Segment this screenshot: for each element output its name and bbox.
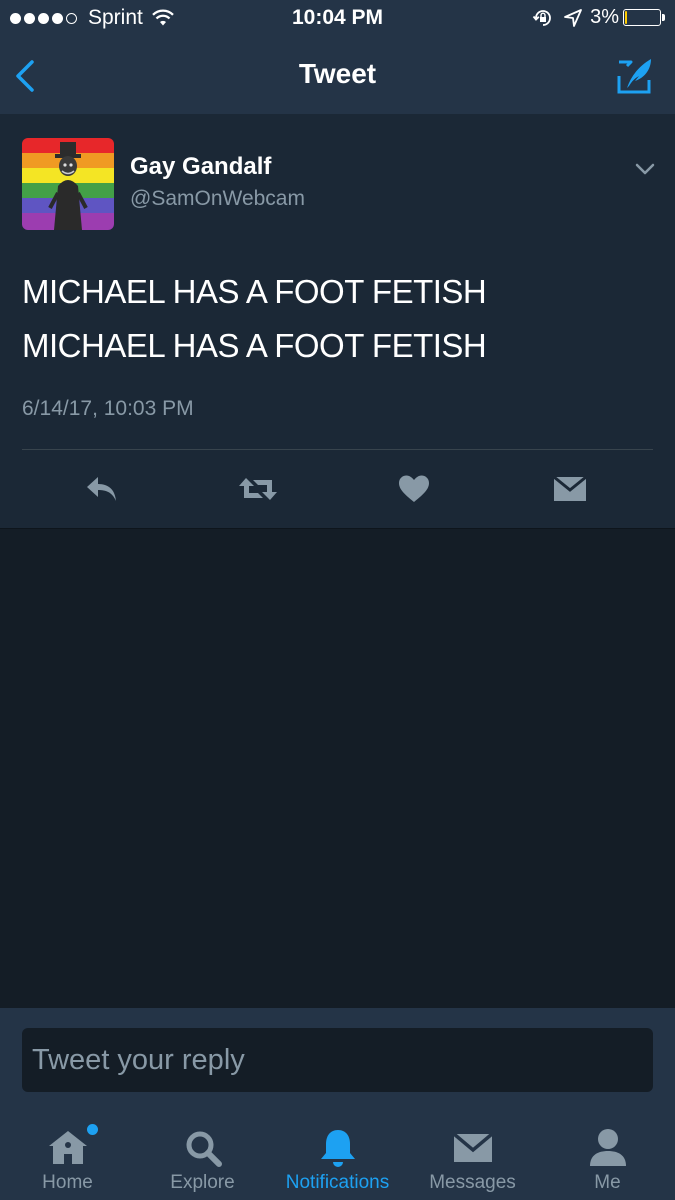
tab-home[interactable]: Home [0,1116,135,1200]
wifi-icon [152,9,174,26]
tab-label: Explore [170,1172,235,1193]
reply-input[interactable] [22,1028,653,1092]
compose-quill-icon [617,59,651,94]
chevron-down-icon [635,163,655,175]
like-button[interactable] [392,467,436,511]
carrier-name: Sprint [88,6,143,29]
retweet-icon [239,478,277,500]
reply-icon [87,477,116,501]
page-title: Tweet [298,58,377,89]
battery-level-fill [625,11,627,24]
battery-icon [623,9,661,26]
divider [22,449,653,450]
author-handle[interactable]: @SamOnWebcam [130,187,305,211]
tab-label: Me [594,1172,621,1193]
reply-button[interactable] [80,467,124,511]
navigation-bar: Tweet [0,38,675,115]
retweet-button[interactable] [236,467,280,511]
tab-label: Home [42,1172,93,1193]
tweet-text-line: MICHAEL HAS A FOOT FETISH [22,273,487,310]
location-arrow-icon [564,8,582,27]
tab-messages[interactable]: Messages [405,1116,540,1200]
tab-bar: Home Explore Notifications Messages Me [0,1116,675,1200]
tweet-text: MICHAEL HAS A FOOT FETISH MICHAEL HAS A … [22,265,652,373]
search-icon [181,1126,225,1170]
tweet-timestamp: 6/14/17, 10:03 PM [22,397,194,420]
person-icon [586,1126,630,1170]
tweet-text-line: MICHAEL HAS A FOOT FETISH [22,327,487,364]
chevron-left-icon [16,60,34,92]
tab-explore[interactable]: Explore [135,1116,270,1200]
reply-bar [0,1008,675,1116]
status-right: 3% [532,6,665,29]
tab-notifications[interactable]: Notifications [270,1116,405,1200]
status-left: Sprint [10,6,175,30]
tab-label: Messages [429,1172,516,1193]
home-badge-dot [87,1124,98,1135]
battery-percent: 3% [590,6,619,28]
tab-me[interactable]: Me [540,1116,675,1200]
avatar-image [22,138,114,230]
direct-message-button[interactable] [548,467,592,511]
status-bar: Sprint 10:04 PM 3% [0,0,675,38]
signal-strength-icon [10,12,80,24]
direct-message-icon [553,475,587,501]
avatar[interactable] [22,138,114,230]
tweet-options-button[interactable] [633,157,657,181]
tab-label: Notifications [285,1172,390,1193]
back-button[interactable] [10,56,42,96]
envelope-icon [451,1126,495,1170]
compose-tweet-button[interactable] [613,54,657,98]
bell-icon [316,1126,360,1170]
battery-tip [662,14,665,21]
home-icon [46,1126,90,1170]
tweet-detail: Gay Gandalf @SamOnWebcam MICHAEL HAS A F… [0,115,675,529]
author-name[interactable]: Gay Gandalf [130,153,271,181]
orientation-lock-icon [532,9,551,26]
like-heart-icon [399,475,429,502]
